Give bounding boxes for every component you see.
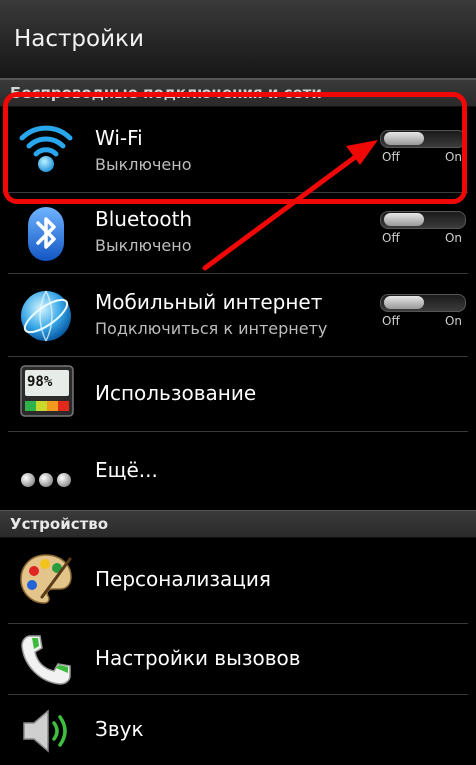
settings-row-call-settings[interactable]: Настройки вызовов	[0, 624, 476, 694]
bluetooth-title: Bluetooth	[95, 207, 193, 231]
settings-row-more[interactable]: Ещё...	[0, 432, 476, 508]
app-header: Настройки	[0, 0, 476, 79]
globe-icon	[21, 290, 71, 342]
usage-meter-icon: 98%	[20, 365, 74, 417]
settings-row-usage[interactable]: 98% Использование	[0, 357, 476, 431]
mobile-internet-status: Подключиться к интернету	[95, 319, 328, 338]
bluetooth-toggle[interactable]: Off On	[380, 209, 466, 249]
toggle-knob	[384, 296, 424, 309]
bluetooth-status: Выключено	[95, 236, 192, 255]
annotation-highlight-box	[3, 92, 467, 204]
toggle-knob	[384, 213, 424, 226]
phone-icon	[21, 635, 71, 685]
palette-icon	[20, 554, 72, 604]
settings-row-sound[interactable]: Звук	[0, 695, 476, 765]
page-title: Настройки	[14, 26, 144, 52]
mobile-internet-title: Мобильный интернет	[95, 290, 323, 314]
more-title: Ещё...	[95, 458, 158, 482]
settings-row-personalization[interactable]: Персонализация	[0, 537, 476, 623]
sound-title: Звук	[95, 717, 144, 741]
section-label-device: Устройство	[10, 515, 109, 533]
settings-row-bluetooth[interactable]: Bluetooth Выключено Off On	[0, 193, 476, 273]
personalization-title: Персонализация	[95, 567, 271, 591]
toggle-off-label: Off	[382, 231, 400, 245]
usage-meter-value: 98%	[27, 374, 53, 390]
more-dots-icon	[21, 473, 71, 487]
usage-title: Использование	[95, 381, 257, 405]
speaker-icon	[23, 709, 67, 753]
call-settings-title: Настройки вызовов	[95, 646, 301, 670]
mobile-internet-toggle[interactable]: Off On	[380, 292, 466, 332]
toggle-off-label: Off	[382, 314, 400, 328]
toggle-on-label: On	[444, 231, 462, 245]
bluetooth-icon	[28, 207, 64, 261]
toggle-on-label: On	[444, 314, 462, 328]
settings-row-mobile-internet[interactable]: Мобильный интернет Подключиться к интерн…	[0, 274, 476, 356]
section-header-device: Устройство	[0, 510, 476, 538]
